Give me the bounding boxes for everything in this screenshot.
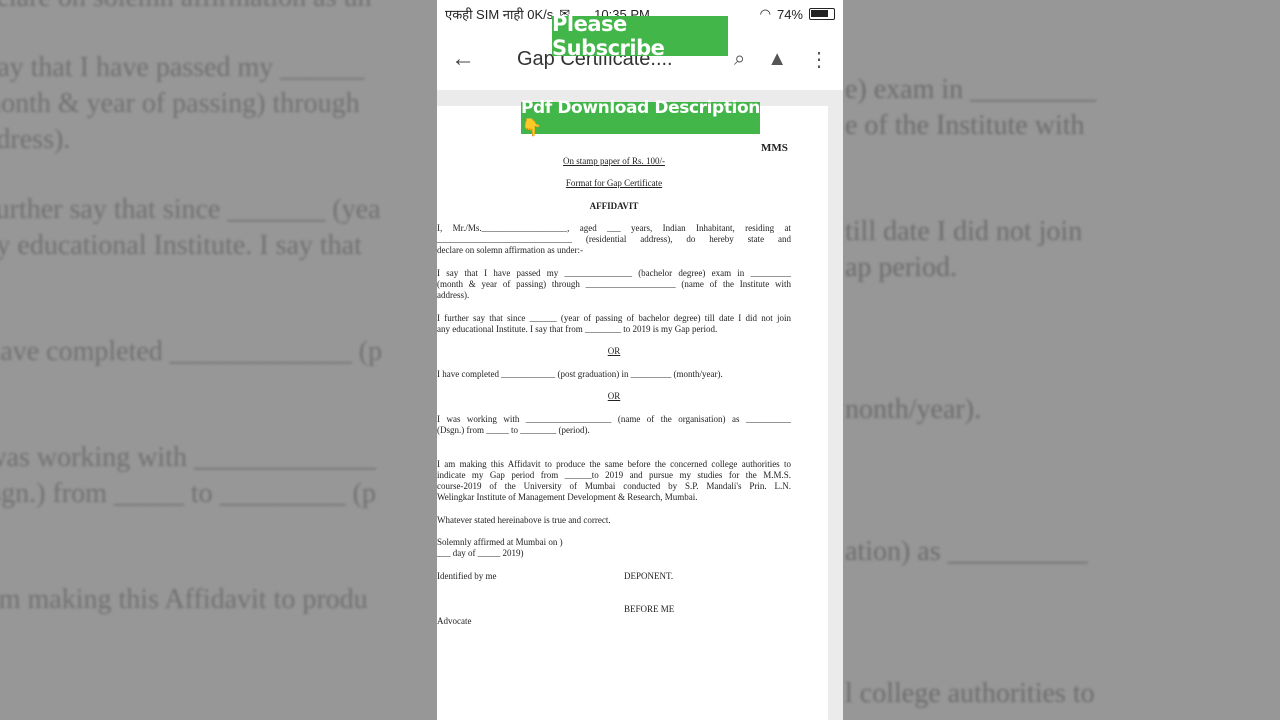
doc-before-me: BEFORE ME (624, 604, 675, 614)
search-icon[interactable]: ⌕ (734, 48, 745, 71)
phone-screen: एकही SIM नाही 0K/s ✉ 10:35 PM ◠ 74% ← Ga… (437, 0, 843, 720)
more-vert-icon[interactable]: ⋮ (809, 47, 829, 72)
doc-para: (month & year of passing) through ______… (437, 279, 791, 289)
battery-icon (809, 8, 835, 20)
doc-deponent: DEPONENT. (624, 571, 674, 581)
doc-para: I, Mr./Ms.___________________, aged ___ … (437, 223, 791, 233)
doc-para: Whatever stated hereinabove is true and … (437, 515, 611, 525)
pdf-page: Pdf Download Description 👇 MMS On stamp … (437, 98, 828, 720)
doc-para: Welingkar Institute of Management Develo… (437, 492, 698, 502)
doc-para: ___ day of _____ 2019) (437, 548, 524, 558)
doc-para: I was working with ___________________ (… (437, 414, 791, 424)
doc-or: OR (607, 346, 621, 356)
subscribe-banner: Please Subscribe (552, 12, 728, 60)
doc-para: course-2019 of the University of Mumbai … (437, 481, 791, 491)
doc-para: any educational Institute. I say that fr… (437, 324, 718, 334)
carrier-text: एकही SIM नाही 0K/s (445, 7, 554, 22)
doc-para: Solemnly affirmed at Mumbai on ) (437, 537, 563, 547)
doc-or: OR (607, 391, 621, 401)
doc-para: ______________________________ (resident… (437, 234, 791, 244)
doc-heading: AFFIDAVIT (589, 201, 639, 211)
doc-para: indicate my Gap period from ______to 201… (437, 470, 791, 480)
doc-advocate: Advocate (437, 616, 472, 626)
doc-para: I say that I have passed my ____________… (437, 268, 791, 278)
doc-para: I further say that since ______ (year of… (437, 313, 791, 323)
doc-identified: Identified by me (437, 571, 497, 581)
back-arrow-icon[interactable]: ← (451, 45, 491, 73)
battery-percent: 74% (776, 6, 803, 22)
doc-format: Format for Gap Certificate (565, 178, 663, 188)
doc-stamp: On stamp paper of Rs. 100/- (563, 156, 665, 166)
doc-para: address). (437, 290, 470, 300)
pdf-download-banner: Pdf Download Description 👇 (521, 98, 760, 138)
doc-para: I have completed ____________ (post grad… (437, 369, 723, 379)
doc-para: declare on solemn affirmation as under:- (437, 245, 584, 255)
drive-add-icon[interactable]: ▲ (767, 48, 787, 71)
doc-code: MMS (761, 142, 788, 154)
doc-para: I am making this Affidavit to produce th… (437, 459, 791, 469)
doc-para: (Dsgn.) from _____ to ________ (period). (437, 425, 590, 435)
wifi-icon: ◠ (759, 6, 771, 21)
